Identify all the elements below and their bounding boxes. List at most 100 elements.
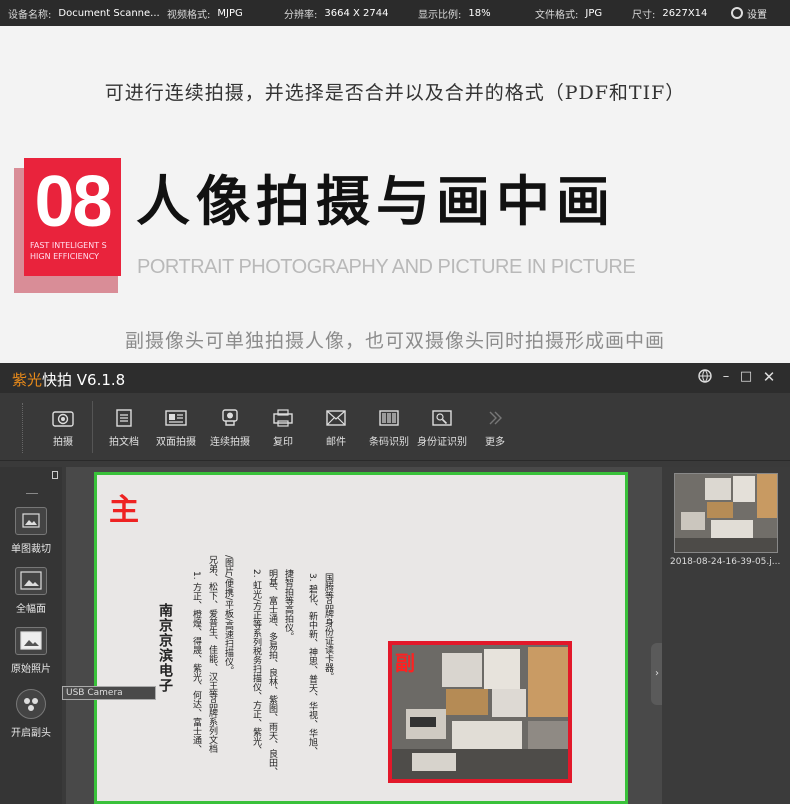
continuous-camera-icon [222, 409, 238, 426]
thumb-box [757, 474, 777, 518]
secondary-camera-feed[interactable]: 副 [388, 641, 572, 783]
document-line-3: /图片/便携/平板/高速扫描仪。 [223, 555, 233, 676]
resolution-value[interactable]: 3664 X 2744 [324, 8, 388, 19]
pip-box [492, 689, 526, 717]
file-format-value[interactable]: JPG [585, 8, 602, 19]
app-window: 紫光快拍 V6.1.8 – □ ✕ 拍摄 拍文档 双面拍摄 连续拍摄 复印 邮件… [0, 363, 790, 804]
resolution-label: 分辨率: [284, 9, 318, 21]
side-tool-secondary-camera[interactable]: 开启副头 [0, 689, 62, 739]
section-badge: 08 FAST INTELIGENT S HIGN EFFICIENCY [24, 158, 121, 276]
pip-box [452, 721, 522, 749]
promo-section: 可进行连续拍摄，并选择是否合并以及合并的格式（PDF和TIF） 08 FAST … [0, 26, 790, 363]
tool-more-label: 更多 [485, 437, 505, 448]
video-format-value[interactable]: MJPG [217, 8, 242, 19]
side-tool-secondary-camera-label: 开启副头 [11, 728, 51, 739]
side-tool-single-crop[interactable]: 单图裁切 [0, 507, 62, 555]
thumb-box [705, 478, 731, 500]
tool-id-card-label: 身份证识别 [417, 437, 467, 448]
status-bar: 设备名称: Document Scanne... 视频格式: MJPG 分辨率:… [0, 0, 790, 26]
thumbnail-image[interactable] [674, 473, 778, 553]
thumb-box [711, 520, 753, 538]
gear-icon [731, 7, 743, 19]
maximize-button[interactable]: □ [738, 369, 754, 385]
video-format-info: 视频格式: MJPG [167, 0, 243, 26]
duplex-icon [165, 410, 187, 426]
document-line-2: 兄弟、松下、爱普生、佳能、汉王等品牌系列文档 [207, 555, 217, 753]
copy-icon [273, 409, 293, 427]
app-title: 紫光快拍 V6.1.8 [12, 369, 125, 390]
tool-document[interactable]: 拍文档 [94, 403, 154, 455]
settings-label: 设置 [747, 9, 767, 21]
thumb-box [707, 502, 733, 518]
id-card-icon [432, 410, 452, 426]
tool-barcode[interactable]: 条码识别 [359, 403, 419, 455]
tool-duplex[interactable]: 双面拍摄 [146, 403, 206, 455]
more-icon [489, 411, 502, 425]
mail-icon [326, 410, 346, 426]
barcode-icon [379, 410, 399, 426]
pip-box [412, 753, 456, 771]
device-value[interactable]: Document Scanne... [58, 8, 159, 19]
pip-box [410, 717, 436, 727]
badge-subtitle-line-1: FAST INTELIGENT S [30, 241, 107, 250]
thumb-box [681, 512, 705, 530]
tool-continuous-label: 连续拍摄 [210, 437, 250, 448]
thumb-box [675, 538, 777, 552]
single-crop-icon [15, 507, 47, 535]
close-button[interactable]: ✕ [761, 369, 777, 385]
tool-barcode-label: 条码识别 [369, 437, 409, 448]
pip-box [484, 649, 520, 689]
pip-box [528, 647, 568, 717]
tool-more[interactable]: 更多 [465, 403, 525, 455]
globe-icon[interactable] [697, 369, 713, 385]
tool-copy[interactable]: 复印 [253, 403, 313, 455]
pip-box [446, 689, 488, 715]
badge-subtitle-line-2: HIGN EFFICIENCY [30, 252, 100, 261]
tool-id-card[interactable]: 身份证识别 [412, 403, 472, 455]
usb-camera-tooltip: USB Camera [62, 686, 156, 700]
side-panel: 单图裁切 全幅面 原始照片 开启副头 [0, 467, 62, 804]
tool-continuous[interactable]: 连续拍摄 [200, 403, 260, 455]
tool-duplex-label: 双面拍摄 [156, 437, 196, 448]
video-format-label: 视频格式: [167, 9, 211, 21]
document-line-7: 3. 碧化、新中新、神思、普天、华视、华旭、 [307, 573, 317, 756]
resolution-info: 分辨率: 3664 X 2744 [284, 0, 388, 26]
pip-box [442, 653, 482, 687]
zoom-info: 显示比例: 18% [418, 0, 491, 26]
secondary-camera-icon [16, 689, 46, 719]
original-photo-icon [15, 627, 47, 655]
minimize-button[interactable]: – [718, 369, 734, 385]
screenshot-root: 设备名称: Document Scanne... 视频格式: MJPG 分辨率:… [0, 0, 790, 804]
file-format-info: 文件格式: JPG [535, 0, 602, 26]
pin-icon[interactable] [52, 471, 58, 479]
app-brand: 紫光 [12, 371, 43, 389]
tool-mail[interactable]: 邮件 [306, 403, 366, 455]
main-camera-label: 主 [109, 493, 139, 528]
document-line-8: 国腾等品牌身份证读卡器。 [323, 573, 333, 681]
section-headline: 人像拍摄与画中画 [136, 170, 616, 233]
tool-copy-label: 复印 [273, 437, 293, 448]
camera-viewer[interactable]: 主 南京京滨电子 1. 方正、橙煌、得晟、紫光、何达、富士通、 兄弟、松下、爱普… [66, 467, 662, 804]
side-tool-full-frame[interactable]: 全幅面 [0, 567, 62, 615]
main-camera-feed[interactable]: 主 南京京滨电子 1. 方正、橙煌、得晟、紫光、何达、富士通、 兄弟、松下、爱普… [94, 472, 628, 804]
intro-text: 可进行连续拍摄，并选择是否合并以及合并的格式（PDF和TIF） [104, 82, 686, 104]
tool-document-label: 拍文档 [109, 437, 139, 448]
secondary-camera-label: 副 [395, 651, 415, 675]
size-label: 尺寸: [632, 9, 656, 21]
toolbar-separator [92, 401, 93, 453]
capture-button[interactable]: 拍摄 [33, 403, 93, 455]
size-info: 尺寸: 2627X14 [632, 0, 707, 26]
side-tool-original-photo[interactable]: 原始照片 [0, 627, 62, 675]
section-caption: 副摄像头可单独拍摄人像，也可双摄像头同时拍摄形成画中画 [124, 330, 665, 352]
thumb-box [733, 476, 755, 502]
document-title: 南京京滨电子 [157, 603, 173, 693]
settings-button[interactable]: 设置 [731, 0, 767, 26]
zoom-value[interactable]: 18% [468, 8, 490, 19]
app-title-rest: 快拍 V6.1.8 [42, 371, 126, 389]
panel-divider [26, 493, 38, 494]
side-tool-single-crop-label: 单图裁切 [11, 544, 51, 555]
side-tool-full-frame-label: 全幅面 [16, 604, 46, 615]
size-value[interactable]: 2627X14 [662, 8, 707, 19]
camera-icon [52, 411, 74, 427]
toolbar-grip[interactable] [22, 403, 26, 453]
